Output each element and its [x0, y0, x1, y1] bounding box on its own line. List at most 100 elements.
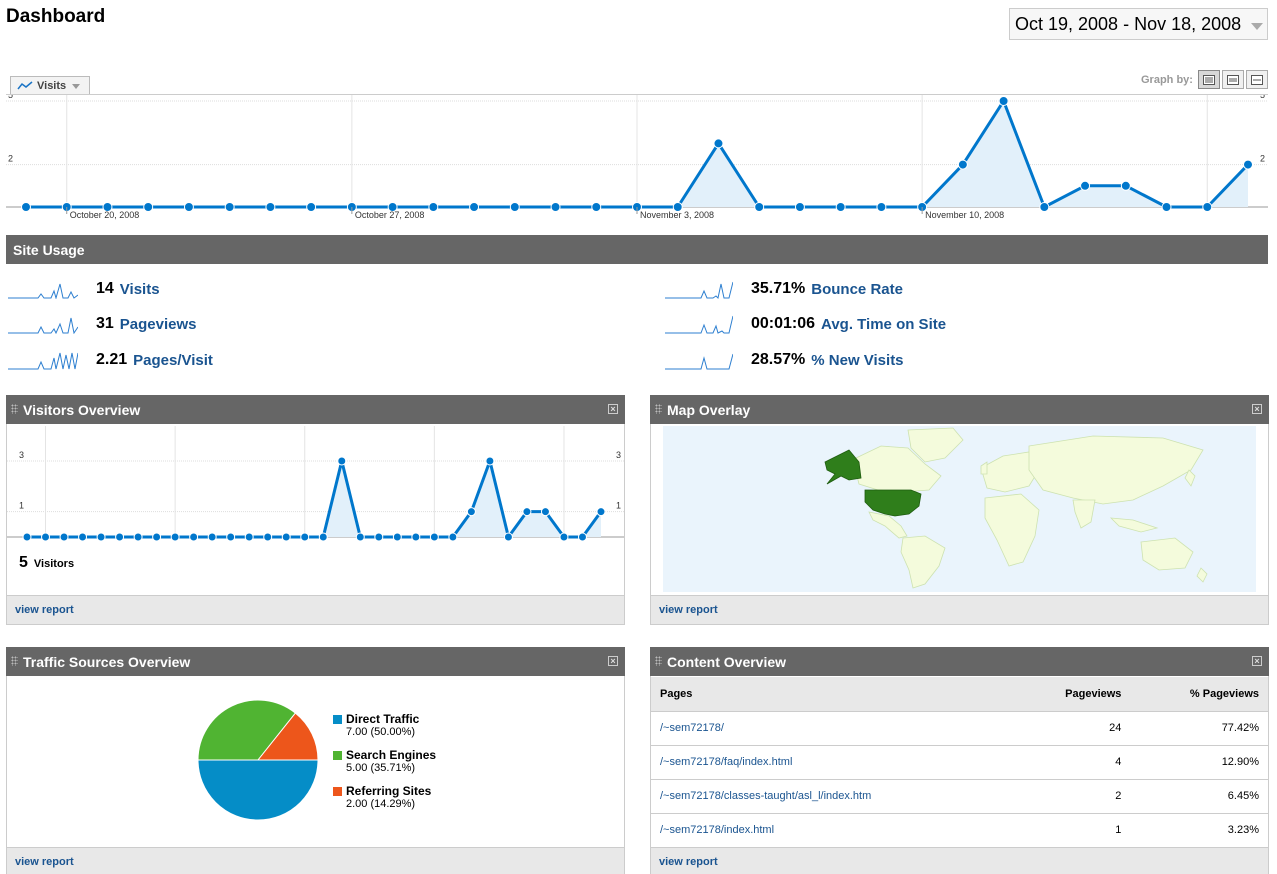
metric-selector[interactable]: Visits [10, 76, 90, 95]
percent-cell: 6.45% [1130, 779, 1268, 814]
data-point [503, 532, 513, 542]
legend-swatch [333, 750, 342, 760]
content-overview-header[interactable]: Content Overview × [650, 647, 1269, 676]
data-point [59, 532, 69, 542]
close-icon[interactable]: × [1252, 404, 1262, 414]
sparkline-avg-time [665, 315, 733, 334]
column-header-percent[interactable]: % Pageviews [1130, 677, 1268, 712]
data-point [96, 532, 106, 542]
data-point [485, 456, 495, 466]
y-tick-label-right: 5 [1260, 95, 1265, 100]
drag-handle-icon[interactable] [11, 656, 18, 666]
world-map[interactable] [663, 426, 1256, 592]
y-tick-label-left: 1 [19, 501, 24, 511]
x-tick-label: October 20, 2008 [70, 210, 140, 220]
legend-item[interactable]: Direct Traffic 7.00 (50.00%) [333, 712, 436, 738]
usage-value: 35.71% [751, 280, 806, 297]
map-overlay-title: Map Overlay [667, 401, 751, 418]
date-range-selector[interactable]: Oct 19, 2008 - Nov 18, 2008 [1009, 8, 1268, 40]
traffic-sources-chart[interactable] [193, 695, 323, 825]
data-point [392, 532, 402, 542]
month-view-icon [1250, 74, 1263, 85]
data-point [429, 532, 439, 542]
visitors-count-label: Visitors [33, 558, 75, 570]
close-icon[interactable]: × [608, 404, 618, 414]
graph-by-day-button[interactable] [1197, 70, 1220, 89]
sparkline-new-visits [665, 353, 733, 370]
graph-by-month-button[interactable] [1245, 70, 1268, 89]
view-report-link[interactable]: view report [15, 604, 74, 616]
page-link[interactable]: /~sem72178/index.html [660, 824, 774, 836]
usage-link-pageviews[interactable]: Pageviews [120, 316, 197, 333]
drag-handle-icon[interactable] [655, 656, 662, 666]
table-row: /~sem72178/classes-taught/asl_l/index.ht… [651, 779, 1268, 814]
view-report-link[interactable]: view report [659, 604, 718, 616]
legend-name: Direct Traffic [346, 712, 420, 726]
date-range-label: Oct 19, 2008 - Nov 18, 2008 [1015, 13, 1242, 34]
visitors-overview-header[interactable]: Visitors Overview × [6, 395, 625, 424]
data-point [1243, 159, 1253, 170]
legend-value: 2.00 (14.29%) [346, 798, 416, 810]
usage-value: 00:01:06 [751, 315, 816, 332]
view-report-link[interactable]: view report [659, 856, 718, 868]
data-point [152, 532, 162, 542]
usage-link-bounce-rate[interactable]: Bounce Rate [811, 281, 903, 298]
visitors-count: 5 Visitors [19, 554, 74, 572]
usage-link-avg-time[interactable]: Avg. Time on Site [821, 316, 946, 333]
main-visits-chart[interactable]: 5 5 2 2 October 20, 2008 October 27, 2008 Nove… [6, 90, 1268, 225]
y-tick-label-left: 3 [19, 450, 24, 460]
graph-by-week-button[interactable] [1221, 70, 1244, 89]
usage-avg-time: 00:01:06 Avg. Time on Site [665, 313, 946, 335]
graph-by-controls: Graph by: [1141, 70, 1268, 89]
y-tick-label-left: 5 [8, 95, 13, 100]
data-point [411, 532, 421, 542]
data-point [189, 532, 199, 542]
data-point [713, 138, 724, 149]
data-point [1202, 202, 1213, 212]
column-header-pages[interactable]: Pages [651, 677, 1014, 712]
visitors-overview-footer: view report [7, 595, 624, 624]
column-header-pageviews[interactable]: Pageviews [1013, 677, 1131, 712]
map-overlay-header[interactable]: Map Overlay × [650, 395, 1269, 424]
series-line [27, 459, 603, 539]
page-link[interactable]: /~sem72178/faq/index.html [660, 756, 792, 768]
close-icon[interactable]: × [1252, 656, 1262, 666]
data-point [374, 532, 384, 542]
table-row: /~sem72178/faq/index.html 4 12.90% [651, 745, 1268, 780]
data-point [224, 202, 235, 212]
data-point [21, 202, 31, 212]
week-view-icon [1226, 74, 1239, 85]
usage-pageviews: 31 Pageviews [8, 313, 197, 335]
usage-new-visits: 28.57% % New Visits [665, 349, 904, 371]
data-point [835, 202, 846, 212]
data-point [300, 532, 310, 542]
content-overview-title: Content Overview [667, 653, 787, 670]
data-point [428, 202, 439, 212]
data-point [281, 532, 291, 542]
pageviews-cell: 2 [1013, 779, 1131, 814]
chevron-down-icon[interactable] [1251, 23, 1263, 30]
legend-item[interactable]: Search Engines 5.00 (35.71%) [333, 748, 436, 774]
view-report-link[interactable]: view report [15, 856, 74, 868]
data-point [754, 202, 765, 212]
data-point [794, 202, 805, 212]
usage-link-visits[interactable]: Visits [120, 281, 160, 298]
drag-handle-icon[interactable] [11, 404, 18, 414]
page-link[interactable]: /~sem72178/ [660, 722, 724, 734]
data-point [143, 202, 154, 212]
y-tick-label-right: 1 [616, 501, 621, 511]
data-point [998, 96, 1009, 106]
visitors-overview-chart[interactable]: 3 3 1 1 [7, 426, 624, 556]
traffic-sources-header[interactable]: Traffic Sources Overview × [6, 647, 625, 676]
drag-handle-icon[interactable] [655, 404, 662, 414]
data-point [337, 456, 347, 466]
usage-value: 28.57% [751, 351, 806, 368]
world-map-image [824, 427, 1208, 589]
close-icon[interactable]: × [608, 656, 618, 666]
data-point [1039, 202, 1050, 212]
usage-link-pages-visit[interactable]: Pages/Visit [133, 352, 213, 369]
legend-item[interactable]: Referring Sites 2.00 (14.29%) [333, 784, 436, 810]
data-point [306, 202, 317, 212]
page-link[interactable]: /~sem72178/classes-taught/asl_l/index.ht… [660, 790, 871, 802]
usage-link-new-visits[interactable]: % New Visits [811, 352, 903, 369]
